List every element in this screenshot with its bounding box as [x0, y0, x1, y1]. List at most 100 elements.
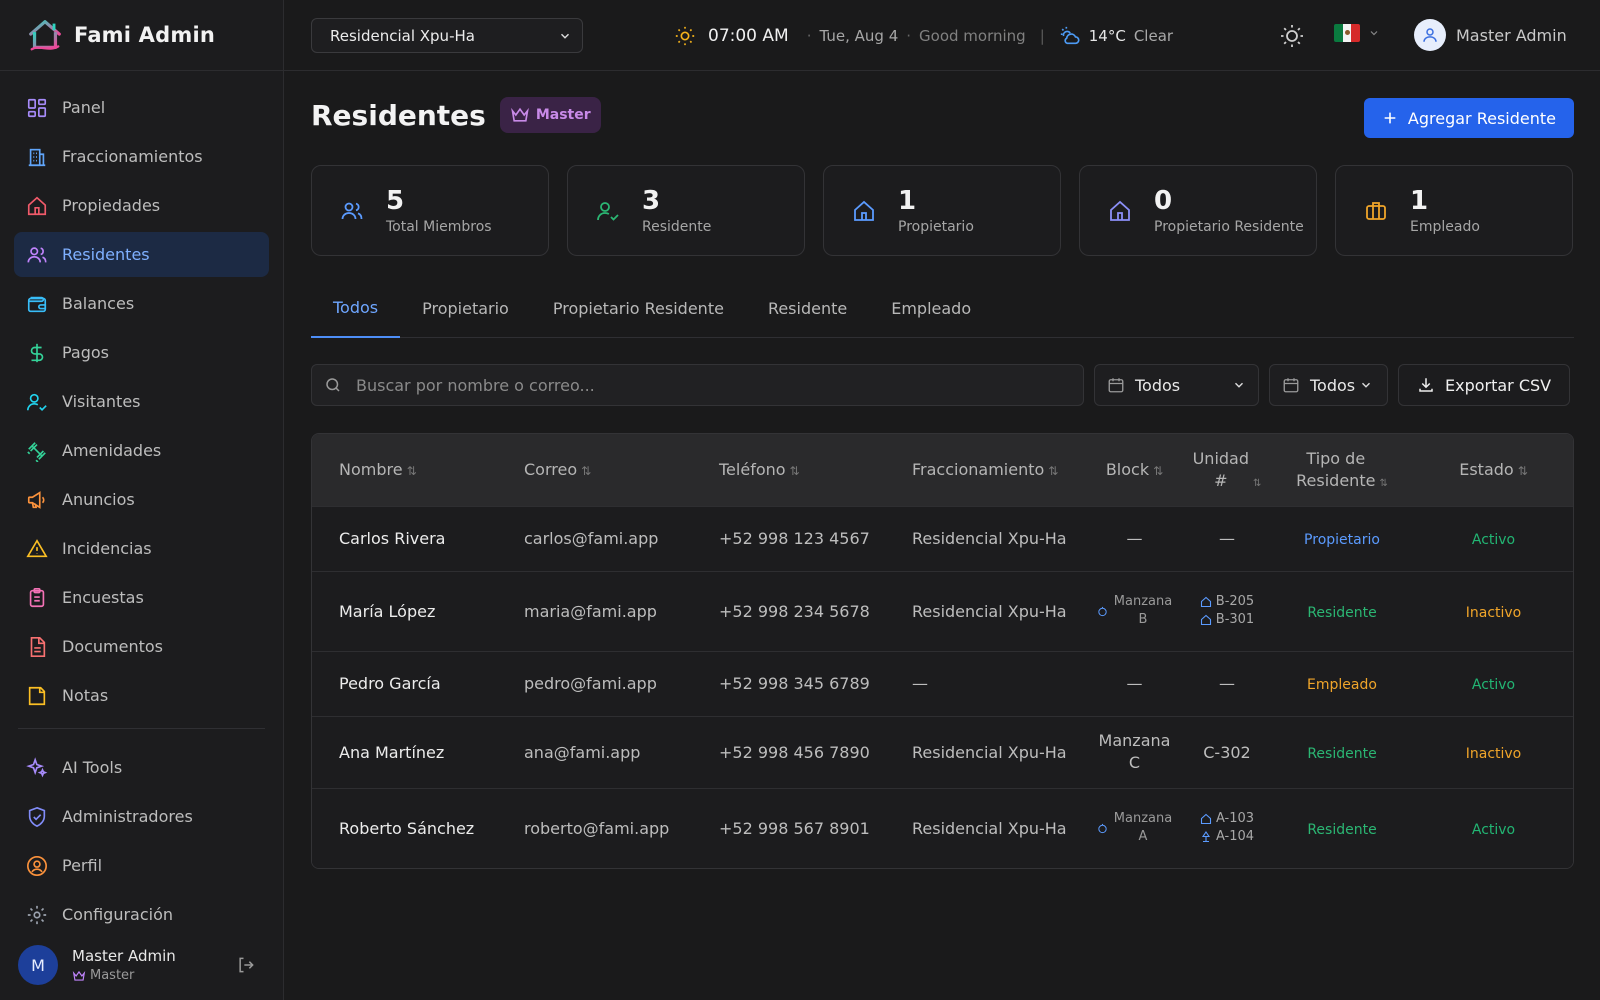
table-row[interactable]: Roberto Sánchez roberto@fami.app +52 998…	[312, 787, 1573, 868]
avatar	[1414, 19, 1446, 51]
page-title: Residentes	[311, 98, 486, 132]
sidebar-item-propiedades[interactable]: Propiedades	[14, 183, 269, 228]
users-icon	[27, 246, 47, 262]
tree-icon	[1201, 831, 1210, 843]
block-icon	[1098, 823, 1107, 833]
sidebar-item-amenidades[interactable]: Amenidades	[14, 428, 269, 473]
table-header-row: Nombre ⇅ Correo ⇅ Teléfono ⇅ Fraccionamient…	[312, 434, 1573, 506]
block-icon	[1098, 606, 1107, 616]
stat-label: Total Miembros	[386, 218, 492, 235]
sidebar-item-label: Administradores	[62, 807, 193, 826]
logout-icon[interactable]	[236, 955, 256, 975]
sidebar-item-documentos[interactable]: Documentos	[14, 624, 269, 669]
tab-empleado[interactable]: Empleado	[869, 278, 993, 338]
resident-type-badge: Empleado	[1307, 677, 1377, 693]
sidebar-nav: Panel Fraccionamientos Propiedades Resid…	[0, 71, 283, 937]
table-row[interactable]: Carlos Rivera carlos@fami.app +52 998 12…	[312, 505, 1573, 571]
cell-unit: A-103 A-104	[1182, 787, 1272, 868]
export-csv-label: Exportar CSV	[1445, 375, 1552, 395]
tab-residente[interactable]: Residente	[746, 278, 869, 338]
sidebar-item-label: Incidencias	[62, 539, 152, 558]
column-header-status[interactable]: Estado ⇅	[1412, 434, 1573, 506]
cell-phone: +52 998 123 4567	[692, 505, 892, 571]
download-icon	[1419, 378, 1433, 392]
sidebar-item-pagos[interactable]: Pagos	[14, 330, 269, 375]
tab-propietario-residente[interactable]: Propietario Residente	[531, 278, 746, 338]
main-content: Residentes Master Agregar Residente 5 To…	[311, 71, 1574, 869]
cell-unit: —	[1182, 650, 1272, 716]
community-select[interactable]: Residencial Xpu-Ha	[311, 18, 583, 53]
column-header-unit[interactable]: Unidad # ⇅	[1182, 434, 1272, 506]
sidebar-item-encuestas[interactable]: Encuestas	[14, 575, 269, 620]
cell-email: maria@fami.app	[497, 570, 692, 651]
sidebar-item-notas[interactable]: Notas	[14, 673, 269, 718]
stat-value: 3	[642, 185, 661, 216]
separator-pipe: |	[1039, 27, 1045, 45]
language-selector[interactable]	[1334, 24, 1380, 42]
user-check-icon	[597, 201, 619, 221]
column-header-block[interactable]: Block ⇅	[1087, 434, 1182, 506]
sort-icon: ⇅	[581, 464, 592, 479]
sidebar-item-anuncios[interactable]: Anuncios	[14, 477, 269, 522]
sidebar-item-visitantes[interactable]: Visitantes	[14, 379, 269, 424]
sort-icon: ⇅	[789, 464, 800, 479]
brand[interactable]: Fami Admin	[0, 0, 283, 71]
mexico-flag-icon	[1334, 24, 1360, 42]
cell-block: Manzana C	[1087, 715, 1182, 788]
tab-propietario[interactable]: Propietario	[400, 278, 531, 338]
sidebar-item-perfil[interactable]: Perfil	[14, 843, 269, 888]
table-row[interactable]: María López maria@fami.app +52 998 234 5…	[312, 570, 1573, 651]
partly-cloudy-icon	[1060, 26, 1080, 45]
sidebar-item-incidencias[interactable]: Incidencias	[14, 526, 269, 571]
sidebar-item-configuracion[interactable]: Configuración	[14, 892, 269, 937]
sidebar-item-ai-tools[interactable]: AI Tools	[14, 745, 269, 790]
home-icon	[1200, 614, 1211, 626]
cell-name: María López	[312, 570, 497, 651]
sidebar-item-label: Balances	[62, 294, 135, 313]
cell-name: Pedro García	[312, 650, 497, 716]
column-header-community[interactable]: Fraccionamiento ⇅	[892, 434, 1087, 506]
stat-value: 5	[386, 185, 405, 216]
current-date: Tue, Aug 4	[819, 27, 899, 45]
cell-unit: C-302	[1182, 715, 1272, 788]
sidebar-item-residentes[interactable]: Residentes	[14, 232, 269, 277]
table-row[interactable]: Ana Martínez ana@fami.app +52 998 456 78…	[312, 715, 1573, 788]
gear-icon	[27, 905, 47, 924]
theme-toggle-sun-icon[interactable]	[1278, 22, 1306, 50]
tab-todos[interactable]: Todos	[311, 278, 401, 338]
add-resident-button[interactable]: Agregar Residente	[1363, 98, 1574, 138]
date-filter-select-1[interactable]: Todos	[1094, 364, 1259, 406]
cell-email: ana@fami.app	[497, 715, 692, 788]
megaphone-icon	[27, 490, 45, 509]
resident-type-tabs: Todos Propietario Propietario Residente …	[311, 278, 1574, 338]
wallet-icon	[27, 296, 47, 312]
sidebar-item-label: Documentos	[62, 637, 164, 656]
sidebar-item-panel[interactable]: Panel	[14, 85, 269, 130]
sidebar-item-fraccionamientos[interactable]: Fraccionamientos	[14, 134, 269, 179]
column-header-email[interactable]: Correo ⇅	[497, 434, 692, 506]
sparkles-icon	[26, 756, 48, 777]
role-badge: Master	[499, 97, 601, 133]
stat-label: Empleado	[1410, 218, 1480, 235]
topbar-user-menu[interactable]: Master Admin	[1414, 19, 1567, 51]
sidebar-item-administradores[interactable]: Administradores	[14, 794, 269, 839]
user-check-icon	[27, 393, 47, 411]
calendar-icon	[1283, 378, 1299, 393]
separator-dot: ·	[806, 27, 812, 45]
dumbbell-icon	[27, 441, 46, 462]
user-circle-icon	[27, 855, 47, 876]
home-icon	[1200, 814, 1211, 825]
avatar[interactable]: M	[18, 945, 58, 985]
cell-block: —	[1087, 650, 1182, 716]
column-header-name[interactable]: Nombre ⇅	[312, 434, 497, 506]
search-input[interactable]	[356, 375, 1083, 395]
table-row[interactable]: Pedro García pedro@fami.app +52 998 345 …	[312, 650, 1573, 716]
export-csv-button[interactable]: Exportar CSV	[1398, 364, 1571, 406]
date-filter-select-2[interactable]: Todos	[1269, 364, 1388, 406]
cell-community: Residencial Xpu-Ha	[892, 505, 1087, 571]
sidebar-item-balances[interactable]: Balances	[14, 281, 269, 326]
column-header-phone[interactable]: Teléfono ⇅	[692, 434, 892, 506]
cell-unit: B-205 B-301	[1182, 570, 1272, 651]
search-box	[311, 364, 1084, 406]
column-header-type[interactable]: Tipo de Residente ⇅	[1272, 434, 1412, 506]
